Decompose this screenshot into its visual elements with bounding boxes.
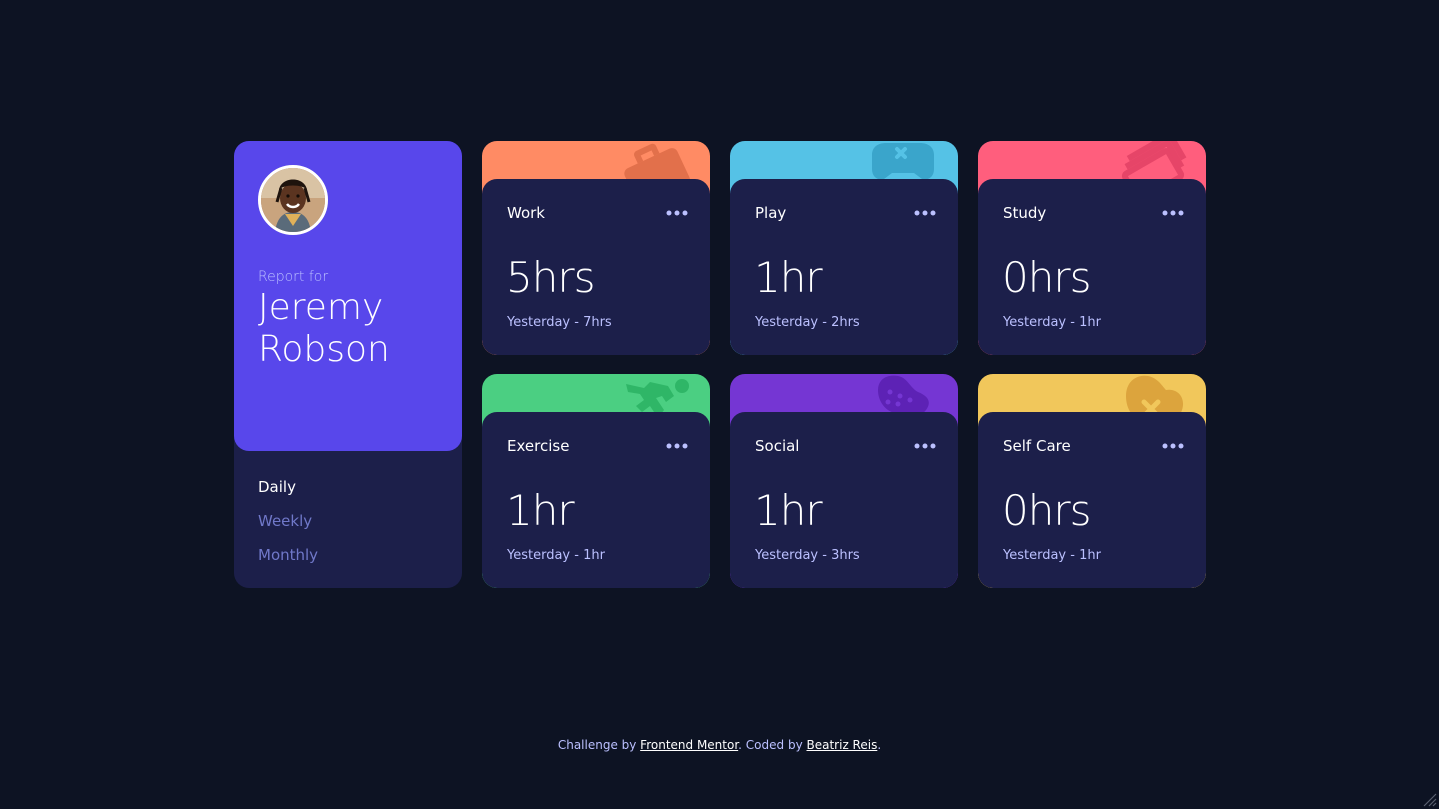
ellipsis-icon[interactable] bbox=[1162, 210, 1184, 216]
user-name: Jeremy Robson bbox=[258, 287, 390, 370]
activity-card-work: Work 5hrs Yesterday - 7hrs bbox=[482, 141, 710, 355]
period-daily[interactable]: Daily bbox=[258, 470, 318, 504]
profile-card: Report for Jeremy Robson Daily Weekly Mo… bbox=[234, 141, 462, 588]
user-avatar-photo-icon bbox=[261, 168, 325, 232]
current-hours: 0hrs bbox=[1002, 253, 1091, 302]
previous-hours: Yesterday - 1hr bbox=[1003, 548, 1101, 563]
card-body: Play 1hr Yesterday - 2hrs bbox=[730, 179, 958, 355]
period-weekly[interactable]: Weekly bbox=[258, 504, 318, 538]
footer-prefix: Challenge by bbox=[557, 738, 641, 752]
previous-hours: Yesterday - 1hr bbox=[1003, 315, 1101, 330]
card-title: Work bbox=[507, 204, 545, 222]
previous-hours: Yesterday - 3hrs bbox=[755, 548, 860, 563]
period-selector: Daily Weekly Monthly bbox=[258, 470, 318, 572]
card-title: Study bbox=[1003, 204, 1047, 222]
current-hours: 0hrs bbox=[1002, 486, 1091, 535]
card-title: Self Care bbox=[1003, 437, 1071, 455]
avatar bbox=[258, 165, 328, 235]
current-hours: 1hr bbox=[754, 253, 823, 302]
frontend-mentor-link[interactable]: Frontend Mentor bbox=[640, 738, 738, 752]
card-body: Work 5hrs Yesterday - 7hrs bbox=[482, 179, 710, 355]
ellipsis-icon[interactable] bbox=[1162, 443, 1184, 449]
time-tracking-dashboard: Report for Jeremy Robson Daily Weekly Mo… bbox=[234, 141, 1206, 588]
card-title: Play bbox=[755, 204, 787, 222]
ellipsis-icon[interactable] bbox=[914, 443, 936, 449]
card-title: Social bbox=[755, 437, 800, 455]
current-hours: 1hr bbox=[754, 486, 823, 535]
author-link[interactable]: Beatriz Reis bbox=[807, 738, 878, 752]
card-body: Study 0hrs Yesterday - 1hr bbox=[978, 179, 1206, 355]
card-body: Exercise 1hr Yesterday - 1hr bbox=[482, 412, 710, 588]
previous-hours: Yesterday - 2hrs bbox=[755, 315, 860, 330]
activity-card-exercise: Exercise 1hr Yesterday - 1hr bbox=[482, 374, 710, 588]
footer-suffix: . bbox=[877, 738, 882, 752]
card-body: Self Care 0hrs Yesterday - 1hr bbox=[978, 412, 1206, 588]
period-monthly[interactable]: Monthly bbox=[258, 538, 318, 572]
report-for-label: Report for bbox=[258, 269, 329, 285]
activity-card-self-care: Self Care 0hrs Yesterday - 1hr bbox=[978, 374, 1206, 588]
profile-header: Report for Jeremy Robson bbox=[234, 141, 462, 451]
footer-middle: . Coded by bbox=[738, 738, 807, 752]
ellipsis-icon[interactable] bbox=[666, 210, 688, 216]
previous-hours: Yesterday - 1hr bbox=[507, 548, 605, 563]
activity-card-study: Study 0hrs Yesterday - 1hr bbox=[978, 141, 1206, 355]
previous-hours: Yesterday - 7hrs bbox=[507, 315, 612, 330]
attribution-footer: Challenge by Frontend Mentor. Coded by B… bbox=[0, 738, 1439, 752]
ellipsis-icon[interactable] bbox=[666, 443, 688, 449]
card-body: Social 1hr Yesterday - 3hrs bbox=[730, 412, 958, 588]
activity-card-play: Play 1hr Yesterday - 2hrs bbox=[730, 141, 958, 355]
resize-grip-icon[interactable] bbox=[1423, 793, 1437, 807]
activity-card-social: Social 1hr Yesterday - 3hrs bbox=[730, 374, 958, 588]
current-hours: 1hr bbox=[506, 486, 575, 535]
ellipsis-icon[interactable] bbox=[914, 210, 936, 216]
card-title: Exercise bbox=[507, 437, 570, 455]
current-hours: 5hrs bbox=[506, 253, 595, 302]
